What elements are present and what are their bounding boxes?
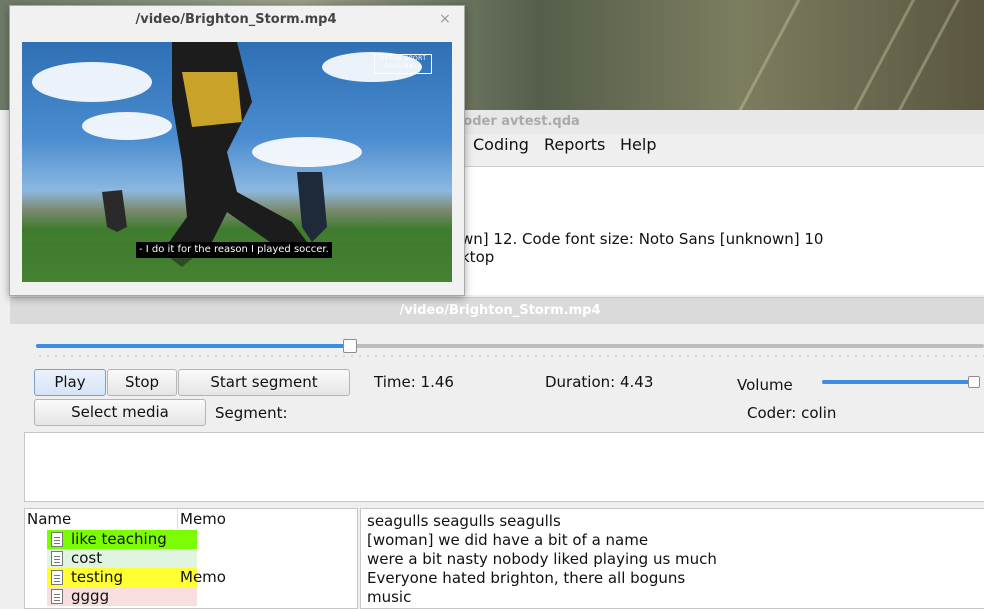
transcript-line: music xyxy=(367,588,412,606)
menu-coding[interactable]: Coding xyxy=(473,135,529,155)
file-icon xyxy=(51,570,63,585)
code-name: gggg xyxy=(71,587,110,605)
position-slider[interactable] xyxy=(36,344,984,348)
code-memo: Memo xyxy=(180,568,226,586)
info-line-fonts: wn] 12. Code font size: Noto Sans [unkno… xyxy=(461,230,824,248)
code-name: cost xyxy=(71,549,103,567)
code-tree[interactable]: Name Memo like teaching cost testing Mem… xyxy=(24,508,358,609)
select-media-button[interactable]: Select media xyxy=(34,399,206,426)
broadcaster-watermark: OPTUS SPORT ORIGINALS xyxy=(374,54,432,74)
transcript-line: [woman] we did have a bit of a name xyxy=(367,531,649,549)
video-window-title[interactable]: /video/Brighton_Storm.mp4 xyxy=(9,5,463,35)
code-row-like-teaching[interactable]: like teaching xyxy=(25,530,355,549)
position-slider-fill xyxy=(36,344,349,348)
volume-slider[interactable] xyxy=(822,380,980,384)
segment-memo-box[interactable] xyxy=(24,432,984,502)
code-name-cell: cost xyxy=(47,549,197,568)
code-name-cell: testing xyxy=(47,568,197,587)
volume-label: Volume xyxy=(737,376,793,394)
duration-label: Duration: 4.43 xyxy=(545,373,654,391)
code-name: like teaching xyxy=(71,530,167,548)
watermark-line: ORIGINALS xyxy=(384,63,422,70)
transcript-line: were a bit nasty nobody liked playing us… xyxy=(367,550,717,568)
tree-header-memo[interactable]: Memo xyxy=(177,509,234,529)
start-segment-button[interactable]: Start segment xyxy=(178,369,350,396)
volume-slider-handle[interactable] xyxy=(968,376,981,388)
file-icon xyxy=(51,589,63,604)
file-icon xyxy=(51,532,63,547)
code-name-cell: like teaching xyxy=(47,530,197,549)
menu-help[interactable]: Help xyxy=(620,135,656,155)
position-slider-handle[interactable] xyxy=(342,339,357,353)
position-slider-ticks xyxy=(36,355,984,357)
transcript-line: Everyone hated brighton, there all bogun… xyxy=(367,569,686,587)
transcript-line: seagulls seagulls seagulls xyxy=(367,512,561,530)
stop-button[interactable]: Stop xyxy=(107,369,177,396)
code-name-cell: gggg xyxy=(47,587,197,606)
coder-label: Coder: colin xyxy=(747,404,837,422)
play-button[interactable]: Play xyxy=(34,369,106,396)
code-row-cost[interactable]: cost xyxy=(25,549,355,568)
watermark-line: OPTUS SPORT xyxy=(379,55,427,62)
av-dialog-title: /video/Brighton_Storm.mp4 xyxy=(10,297,984,325)
segment-label: Segment: xyxy=(215,404,288,422)
volume-slider-fill xyxy=(822,380,979,384)
video-subtitle: - I do it for the reason I played soccer… xyxy=(136,242,332,258)
close-icon[interactable]: × xyxy=(436,9,454,29)
code-row-gggg[interactable]: gggg xyxy=(25,587,355,606)
file-icon xyxy=(51,551,63,566)
transcript-text[interactable]: seagulls seagulls seagulls [woman] we di… xyxy=(360,508,984,609)
time-label: Time: 1.46 xyxy=(374,373,454,391)
code-row-testing[interactable]: testing Memo xyxy=(25,568,355,587)
code-name: testing xyxy=(71,568,124,586)
menu-reports[interactable]: Reports xyxy=(544,135,605,155)
info-line-path: ktop xyxy=(461,248,495,266)
tree-header-name[interactable]: Name xyxy=(25,509,177,529)
